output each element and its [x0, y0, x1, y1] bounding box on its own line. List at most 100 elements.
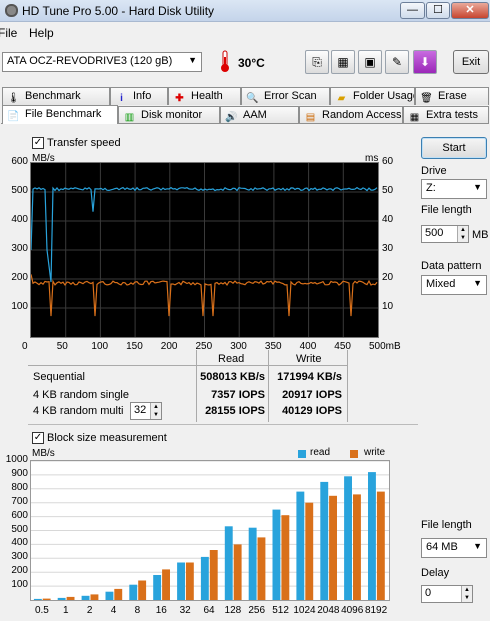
tab-extra-tests[interactable]: ▦ Extra tests [403, 106, 489, 124]
right-tick-label: 10 [382, 301, 394, 312]
write-bar [209, 550, 218, 600]
transfer-speed-label: Transfer speed [47, 137, 121, 149]
block-y-tick-label: 900 [11, 467, 28, 479]
folder-icon: ▰ [337, 93, 346, 104]
delay-stepper[interactable]: 0 ▲ ▼ [421, 585, 473, 603]
block-y-tick-label: 300 [11, 551, 28, 563]
left-tick-label: 200 [11, 272, 28, 283]
block-y-tick-label: 400 [11, 537, 28, 549]
tab-benchmark[interactable]: 🌡 Benchmark [2, 87, 110, 105]
menu-bar: File Help [0, 22, 490, 42]
queue-depth-stepper[interactable]: 32 ▲ ▼ [130, 402, 162, 420]
file-length-stepper[interactable]: 500 ▲ ▼ [421, 225, 469, 243]
toolbar: ATA OCZ-REVODRIVE3 (120 gB) ▼ 30°C ⎘ ▦ ▣… [0, 44, 490, 80]
options-icon[interactable]: ✎ [385, 50, 409, 74]
exit-button[interactable]: Exit [453, 50, 489, 74]
title-bar: HD Tune Pro 5.00 - Hard Disk Utility — ☐… [0, 0, 490, 22]
left-tick-label: 500 [11, 185, 28, 196]
right-tick-label: 30 [382, 243, 394, 254]
tab-label: Extra tests [426, 109, 478, 121]
copy-text-icon[interactable]: ⎘ [305, 50, 329, 74]
legend-write-swatch [350, 450, 358, 458]
tab-folder-usage[interactable]: ▰ Folder Usage [330, 87, 415, 105]
download-icon[interactable]: ⬇ [413, 50, 437, 74]
read-bar [81, 595, 90, 600]
x-tick-label: 150 [126, 341, 143, 352]
save-icon[interactable]: ▣ [358, 50, 382, 74]
benchmark-icon: 🌡 [7, 93, 20, 104]
data-pattern-select[interactable]: Mixed ▼ [421, 275, 487, 295]
block-y-tick-label: 200 [11, 565, 28, 577]
4kb-multi-write: 40129 IOPS [282, 405, 342, 417]
read-bar [320, 481, 329, 600]
column-divider [196, 350, 197, 422]
x-tick-label: 50 [56, 341, 68, 352]
write-bar [281, 515, 290, 600]
tab-info[interactable]: i Info [110, 87, 168, 105]
column-divider [268, 350, 269, 422]
write-bar [233, 544, 242, 600]
tab-label: AAM [243, 109, 267, 121]
health-cross-icon: ✚ [175, 93, 184, 104]
maximize-button[interactable]: ☐ [426, 2, 450, 19]
read-bar [296, 491, 305, 600]
trash-icon: 🗑 [420, 93, 433, 104]
block-size-label: Block size measurement [47, 432, 167, 444]
write-bar [185, 562, 194, 600]
column-divider [347, 350, 348, 422]
menu-file[interactable]: File [0, 26, 17, 40]
write-bar [66, 596, 75, 600]
write-bar [138, 580, 147, 600]
write-bar [162, 569, 170, 600]
file-length-label: File length [421, 204, 472, 216]
tab-health[interactable]: ✚ Health [168, 87, 241, 105]
tab-disk-monitor[interactable]: ▥ Disk monitor [118, 106, 220, 124]
left-tick-label: 600 [11, 156, 28, 167]
transfer-speed-graph [30, 162, 379, 338]
tab-aam[interactable]: 🔊 AAM [220, 106, 299, 124]
block-y-tick-label: 1000 [5, 454, 28, 465]
block-y-tick-label: 100 [11, 579, 28, 591]
drive-select[interactable]: ATA OCZ-REVODRIVE3 (120 gB) ▼ [2, 52, 202, 72]
left-tick-label: 300 [11, 243, 28, 254]
temperature-value: 30°C [238, 56, 265, 70]
tab-erase[interactable]: 🗑 Erase [415, 87, 489, 105]
block-size-checkbox[interactable]: ✓ [32, 432, 44, 444]
spin-arrows-icon[interactable]: ▲ ▼ [150, 403, 161, 419]
x-tick-label: 400 [299, 341, 317, 352]
tab-label: Folder Usage [353, 90, 415, 102]
write-bar [90, 594, 99, 600]
write-bar [42, 598, 51, 600]
x-tick-label: 250 [195, 341, 213, 352]
read-bar [105, 591, 114, 600]
write-column-header: Write [296, 353, 322, 365]
benchmark-drive-select[interactable]: Z: ▼ [421, 179, 487, 199]
copy-image-icon[interactable]: ▦ [331, 50, 355, 74]
read-bar [177, 562, 185, 600]
x-tick-label: 450 [334, 341, 351, 352]
file-length-unit: MB [472, 229, 489, 241]
transfer-speed-checkbox[interactable]: ✓ [32, 137, 44, 149]
x-tick-label: 300 [230, 341, 247, 352]
left-tick-label: 100 [11, 301, 28, 312]
tab-random-access[interactable]: ▤ Random Access [299, 106, 403, 124]
close-button[interactable]: ✕ [451, 2, 489, 19]
read-column-header: Read [218, 353, 245, 365]
minimize-button[interactable]: — [400, 2, 425, 19]
block-file-length-select[interactable]: 64 MB ▼ [421, 538, 487, 558]
x-tick-label: 0 [22, 341, 28, 352]
section-divider [28, 424, 418, 425]
start-button[interactable]: Start [421, 137, 487, 159]
file-length-value: 500 [425, 227, 444, 239]
spin-arrows-icon[interactable]: ▲ ▼ [457, 226, 468, 242]
tab-label: Random Access [322, 109, 402, 121]
block-y-tick-label: 500 [11, 523, 28, 535]
spin-arrows-icon[interactable]: ▲ ▼ [461, 586, 472, 602]
tab-error-scan[interactable]: 🔍 Error Scan [241, 87, 330, 105]
tab-label: Error Scan [264, 90, 317, 102]
menu-help[interactable]: Help [29, 26, 54, 40]
row-label-sequential: Sequential [33, 371, 85, 383]
read-bar [33, 598, 42, 600]
tab-file-benchmark[interactable]: 📄 File Benchmark [2, 105, 118, 124]
legend-read-label: read [310, 447, 331, 458]
